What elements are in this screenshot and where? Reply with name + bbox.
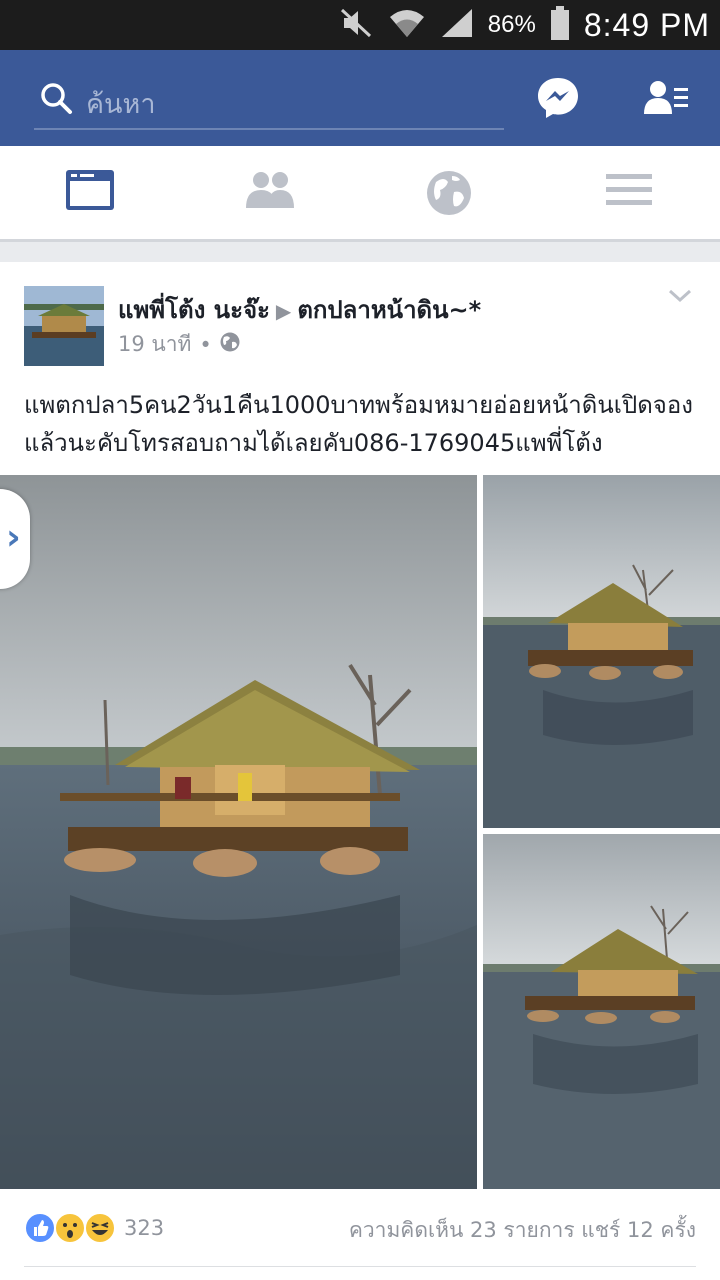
status-bar: 86% 8:49 PM bbox=[0, 0, 720, 50]
clock: 8:49 PM bbox=[583, 6, 710, 43]
separator-dot: • bbox=[199, 332, 212, 357]
wifi-icon bbox=[388, 7, 426, 43]
wow-reaction-icon bbox=[54, 1212, 86, 1244]
globe-icon bbox=[426, 171, 472, 220]
carousel-handle[interactable]: › bbox=[0, 489, 30, 589]
reactions-summary[interactable]: 323 bbox=[24, 1212, 164, 1244]
tab-friends[interactable] bbox=[246, 170, 306, 220]
like-reaction-icon bbox=[24, 1212, 56, 1244]
haha-reaction-icon bbox=[84, 1212, 116, 1244]
battery-percent: 86% bbox=[487, 11, 536, 38]
signal-icon bbox=[440, 7, 474, 43]
post-text: แพตกปลา5คน2วัน1คืน1000บาทพร้อมหมายอ่อยหน… bbox=[24, 391, 693, 457]
post-photo-2[interactable] bbox=[483, 475, 720, 828]
post-header-line: แพพี่โต้ง นะจ๊ะ ▶ ตกปลาหน้าดิน~* bbox=[118, 290, 481, 329]
tab-news-feed[interactable] bbox=[66, 170, 126, 220]
author-name[interactable]: แพพี่โต้ง นะจ๊ะ bbox=[118, 296, 270, 324]
avatar[interactable] bbox=[24, 286, 104, 366]
tab-menu[interactable] bbox=[606, 170, 666, 220]
menu-icon bbox=[606, 174, 652, 214]
friends-icon bbox=[246, 172, 296, 214]
divider bbox=[24, 1266, 696, 1267]
post-card: แพพี่โต้ง นะจ๊ะ ▶ ตกปลาหน้าดิน~* 19 นาที •… bbox=[0, 262, 720, 1280]
tab-notifications[interactable] bbox=[426, 170, 486, 220]
chevron-right-icon: › bbox=[6, 517, 21, 558]
search-bar[interactable]: ค้นหา bbox=[34, 74, 504, 130]
reaction-count: 323 bbox=[124, 1216, 165, 1240]
globe-icon bbox=[220, 332, 240, 357]
news-feed-icon bbox=[66, 170, 114, 214]
friend-requests-icon[interactable] bbox=[644, 80, 688, 120]
mute-icon bbox=[340, 8, 374, 42]
comments-shares-count[interactable]: ความคิดเห็น 23 รายการ แชร์ 12 ครั้ง bbox=[349, 1214, 696, 1247]
post-photo-3[interactable] bbox=[483, 834, 720, 1189]
post-photo-main[interactable] bbox=[0, 475, 477, 1189]
top-header: ค้นหา bbox=[0, 50, 720, 146]
messenger-icon[interactable] bbox=[536, 76, 580, 124]
post-time[interactable]: 19 นาที bbox=[118, 328, 191, 361]
target-name[interactable]: ตกปลาหน้าดิน~* bbox=[297, 296, 481, 324]
chevron-down-icon[interactable] bbox=[668, 288, 692, 308]
battery-icon bbox=[550, 6, 570, 44]
search-input[interactable]: ค้นหา bbox=[86, 82, 155, 125]
nav-tabs bbox=[0, 146, 720, 242]
share-target-arrow: ▶ bbox=[275, 299, 292, 323]
post-meta: 19 นาที • bbox=[118, 328, 240, 361]
search-icon bbox=[40, 82, 74, 120]
